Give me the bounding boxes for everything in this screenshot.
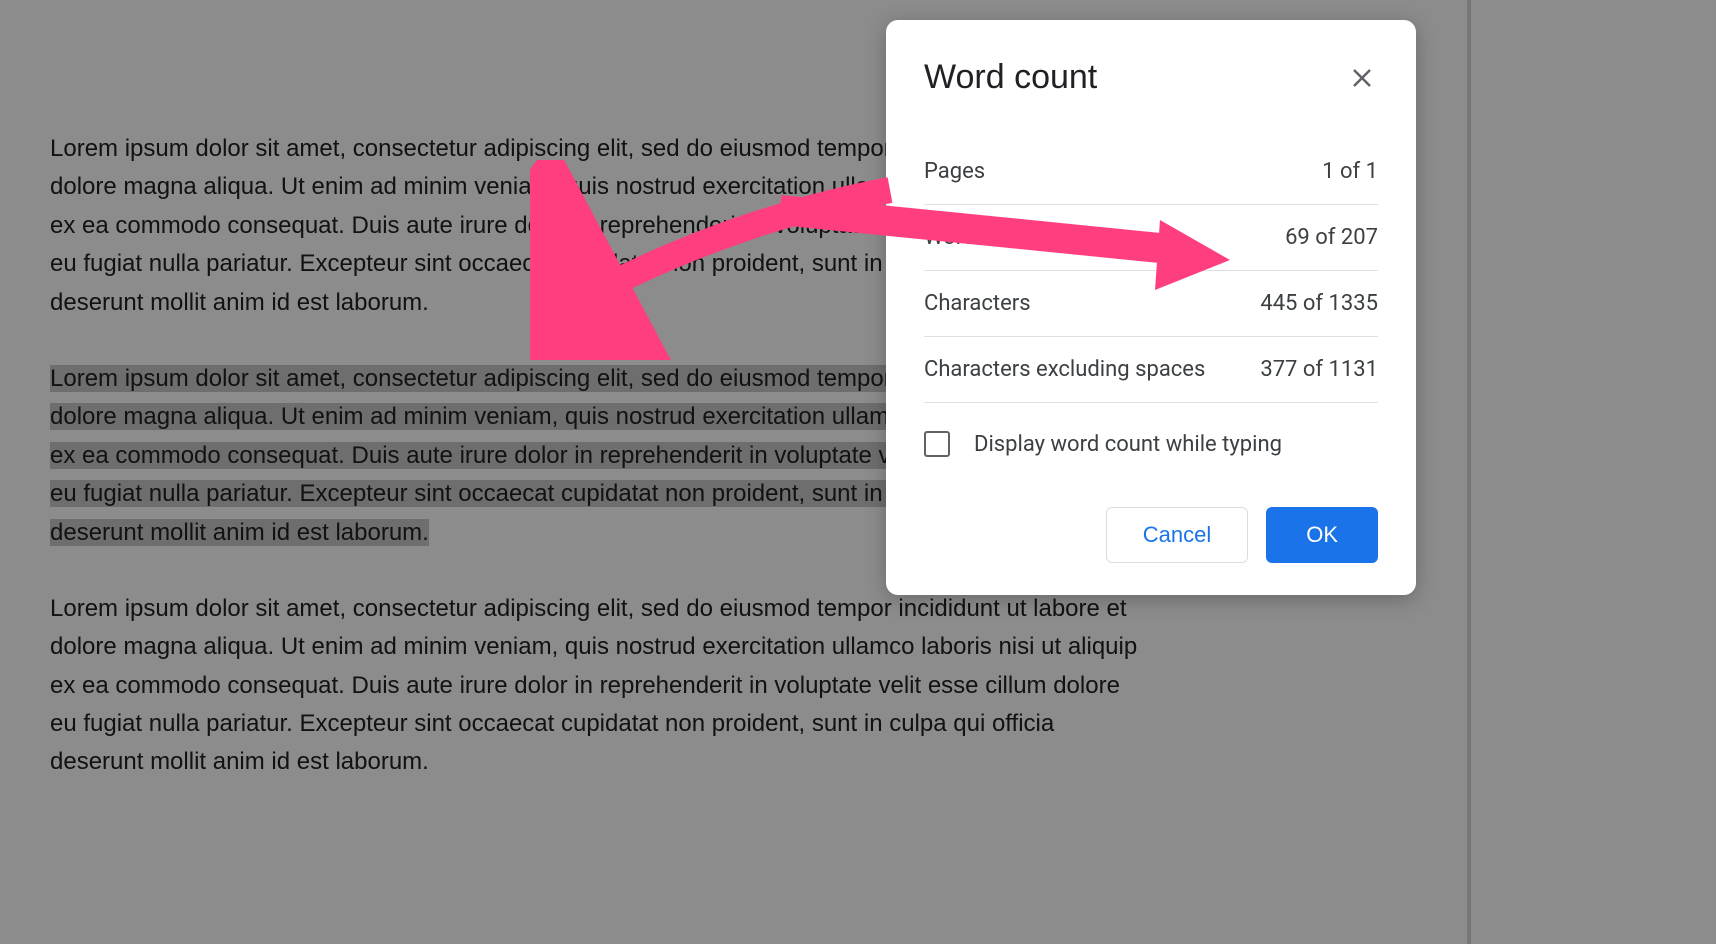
ok-button[interactable]: OK	[1266, 507, 1378, 563]
stat-label: Characters excluding spaces	[924, 357, 1205, 382]
stat-value: 445 of 1335	[1260, 291, 1378, 316]
cancel-button[interactable]: Cancel	[1106, 507, 1248, 563]
checkbox-row: Display word count while typing	[924, 431, 1378, 457]
display-count-checkbox[interactable]	[924, 431, 950, 457]
stat-label: Pages	[924, 159, 985, 184]
stat-label: Characters	[924, 291, 1031, 316]
stat-row-characters: Characters 445 of 1335	[924, 271, 1378, 337]
dialog-title: Word count	[924, 58, 1097, 97]
modal-overlay[interactable]	[0, 0, 1716, 944]
stat-row-pages: Pages 1 of 1	[924, 139, 1378, 205]
stat-value: 377 of 1131	[1260, 357, 1378, 382]
word-count-dialog: Word count Pages 1 of 1 Words 69 of 207 …	[886, 20, 1416, 595]
stat-row-chars-no-spaces: Characters excluding spaces 377 of 1131	[924, 337, 1378, 403]
stat-value: 1 of 1	[1322, 159, 1378, 184]
stat-value: 69 of 207	[1285, 225, 1378, 250]
stat-row-words: Words 69 of 207	[924, 205, 1378, 271]
close-icon[interactable]	[1346, 62, 1378, 94]
stat-label: Words	[924, 225, 987, 250]
page-edge	[1467, 0, 1471, 944]
checkbox-label: Display word count while typing	[974, 432, 1282, 457]
